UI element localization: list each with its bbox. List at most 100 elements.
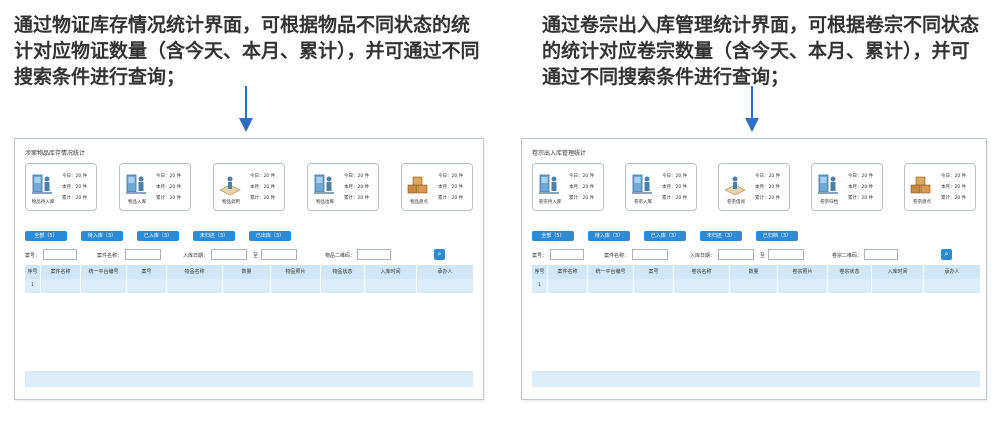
filter-in-button[interactable]: 已入库（3） <box>137 231 179 241</box>
filter-all-button[interactable]: 全部（5） <box>532 231 574 241</box>
table-row[interactable]: 1 <box>532 279 980 293</box>
case-no-label: 案号： <box>25 253 41 259</box>
stat-card-pending-in[interactable]: 卷宗待入库 今日：20 件本月：20 件累计：20 件 <box>532 163 604 211</box>
col-header: 序号 <box>532 265 548 279</box>
in-date-start-input[interactable] <box>718 249 754 260</box>
stat-today: 今日：20 件 <box>569 174 595 179</box>
col-header: 卷宗状态 <box>828 265 872 279</box>
table-header: 序号 案件名称 统一平台编号 案号 卷宗名称 数量 卷宗照片 卷宗状态 入库时间… <box>532 265 980 279</box>
arrow-down-icon <box>745 86 759 134</box>
table-cell <box>223 279 271 293</box>
card-label: 物品出库 <box>316 200 334 205</box>
table-cell <box>924 279 980 293</box>
filter-in-button[interactable]: 已入库（3） <box>644 231 686 241</box>
search-row: 案号： 案件名称： 入库日期： 至 卷宗二维码： ⌕ <box>532 249 982 261</box>
stat-total: 累计：20 件 <box>662 196 688 201</box>
locker-person-icon <box>30 172 54 196</box>
stat-total: 累计：20 件 <box>755 196 781 201</box>
date-separator: 至 <box>760 253 766 259</box>
col-header: 序号 <box>25 265 41 279</box>
case-name-label: 案件名称： <box>97 253 123 259</box>
stat-month: 本月：20 件 <box>344 185 370 190</box>
stat-card-inventory[interactable]: 物品盘点 今日：20 件本月：20 件累计：20 件 <box>401 163 473 211</box>
card-label: 物品待入库 <box>31 200 55 205</box>
stat-month: 本月：20 件 <box>438 185 464 190</box>
col-header: 入库时间 <box>365 265 417 279</box>
stat-month: 本月：20 件 <box>848 185 874 190</box>
stat-total: 累计：20 件 <box>848 196 874 201</box>
filter-unreturned-button[interactable]: 未归还（3） <box>193 231 235 241</box>
dossier-table: 序号 案件名称 统一平台编号 案号 卷宗名称 数量 卷宗照片 卷宗状态 入库时间… <box>532 265 980 293</box>
col-header: 物品照片 <box>271 265 321 279</box>
table-header: 序号 案件名称 统一平台编号 案号 物品名称 数量 物品照片 物品状态 入库时间… <box>25 265 473 279</box>
stat-card-in[interactable]: 卷宗入库 今日：20 件本月：20 件累计：20 件 <box>625 163 697 211</box>
dossier-stats-panel: 卷宗出入库管理统计 卷宗待入库 今日：20 件本月：20 件累计：20 件 卷宗… <box>521 138 987 400</box>
qr-code-input[interactable] <box>357 249 391 260</box>
stat-total: 累计：20 件 <box>62 196 88 201</box>
case-no-input[interactable] <box>43 249 77 260</box>
col-header: 案件名称 <box>548 265 588 279</box>
case-no-label: 案号： <box>532 253 548 259</box>
filter-out-button[interactable]: 已出库（3） <box>249 231 291 241</box>
case-name-label: 案件名称： <box>604 253 630 259</box>
stat-month: 本月：20 件 <box>941 185 967 190</box>
stat-card-borrow[interactable]: 卷宗借阅 今日：20 件本月：20 件累计：20 件 <box>718 163 790 211</box>
stat-month: 本月：20 件 <box>156 185 182 190</box>
filter-unreturned-button[interactable]: 未归还（3） <box>700 231 742 241</box>
table-cell <box>271 279 321 293</box>
boxes-icon <box>909 172 933 196</box>
stat-card-archive[interactable]: 卷宗归档 今日：20 件本月：20 件累计：20 件 <box>811 163 883 211</box>
in-date-end-input[interactable] <box>768 249 804 260</box>
col-header: 入库时间 <box>872 265 924 279</box>
table-cell <box>730 279 778 293</box>
search-icon: ⌕ <box>437 250 442 258</box>
filter-all-button[interactable]: 全部（5） <box>25 231 67 241</box>
locker-person-icon <box>312 172 336 196</box>
panel-title: 涉案物品库存情况统计 <box>25 150 86 157</box>
case-name-input[interactable] <box>632 249 668 260</box>
in-date-start-input[interactable] <box>211 249 247 260</box>
stat-today: 今日：20 件 <box>848 174 874 179</box>
stat-total: 累计：20 件 <box>344 196 370 201</box>
stat-card-inventory[interactable]: 卷宗盘点 今日：20 件本月：20 件累计：20 件 <box>904 163 976 211</box>
case-no-input[interactable] <box>550 249 584 260</box>
stat-today: 今日：20 件 <box>250 174 276 179</box>
search-button[interactable]: ⌕ <box>941 249 952 260</box>
filter-archived-button[interactable]: 已归档（3） <box>756 231 798 241</box>
map-person-icon <box>723 172 747 196</box>
stat-month: 本月：20 件 <box>62 185 88 190</box>
table-row[interactable]: 1 <box>25 279 473 293</box>
table-cell <box>81 279 127 293</box>
stat-cards: 卷宗待入库 今日：20 件本月：20 件累计：20 件 卷宗入库 今日：20 件… <box>522 163 986 213</box>
case-name-input[interactable] <box>125 249 161 260</box>
table-cell <box>872 279 924 293</box>
filter-pending-button[interactable]: 待入库（3） <box>588 231 630 241</box>
table-footer-bar <box>25 371 473 387</box>
map-person-icon <box>218 172 242 196</box>
caption-evidence-stats: 通过物证库存情况统计界面，可根据物品不同状态的统计对应物证数量（含今天、本月、累… <box>14 14 480 88</box>
col-header: 物品状态 <box>321 265 365 279</box>
table-cell <box>167 279 223 293</box>
stat-today: 今日：20 件 <box>62 174 88 179</box>
stat-today: 今日：20 件 <box>755 174 781 179</box>
cell-index: 1 <box>25 279 41 293</box>
arrow-down-icon <box>239 86 253 134</box>
stat-month: 本月：20 件 <box>569 185 595 190</box>
card-label: 卷宗入库 <box>634 200 652 205</box>
col-header: 承办人 <box>437 269 453 275</box>
in-date-end-input[interactable] <box>261 249 297 260</box>
stat-card-use[interactable]: 物品调用 今日：20 件本月：20 件累计：20 件 <box>213 163 285 211</box>
table-cell <box>588 279 634 293</box>
card-label: 物品盘点 <box>410 200 428 205</box>
card-label: 卷宗归档 <box>820 200 838 205</box>
col-header: 数量 <box>223 265 271 279</box>
stat-card-out[interactable]: 物品出库 今日：20 件本月：20 件累计：20 件 <box>307 163 379 211</box>
table-cell <box>634 279 674 293</box>
stat-card-pending-in[interactable]: 物品待入库 今日：20 件本月：20 件累计：20 件 <box>25 163 97 211</box>
table-cell <box>778 279 828 293</box>
stat-card-in[interactable]: 物品入库 今日：20 件本月：20 件累计：20 件 <box>119 163 191 211</box>
qr-code-input[interactable] <box>864 249 898 260</box>
filter-pending-button[interactable]: 待入库（3） <box>81 231 123 241</box>
search-button[interactable]: ⌕ <box>434 249 445 260</box>
evidence-stats-panel: 涉案物品库存情况统计 物品待入库 今日：20 件本月：20 件累计：20 件 物… <box>14 138 484 400</box>
